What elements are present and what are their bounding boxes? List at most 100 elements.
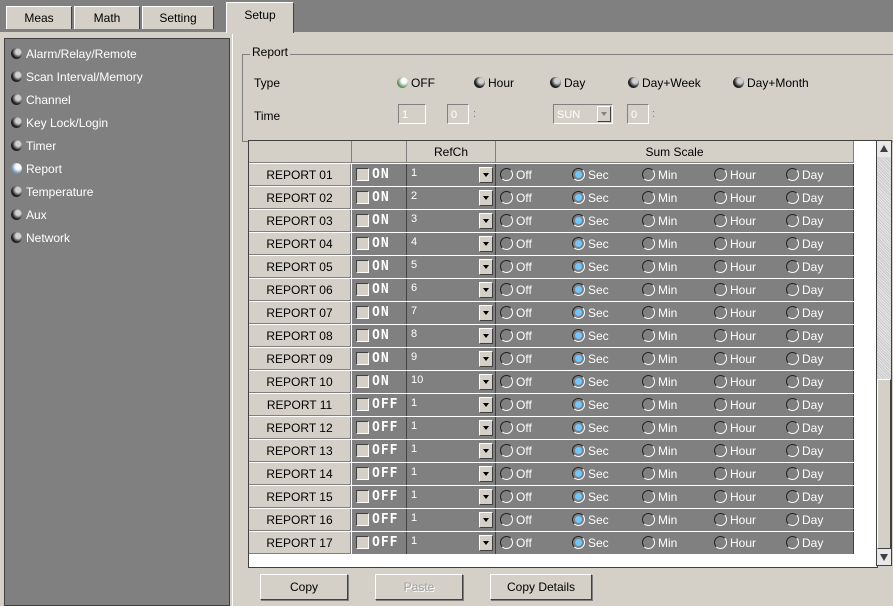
chevron-down-icon[interactable] — [479, 512, 493, 528]
row-checkbox[interactable] — [356, 421, 369, 434]
row-onoff-cell[interactable]: OFF — [352, 394, 407, 416]
row-refch-select[interactable]: 8 — [407, 325, 496, 347]
sum-scale-radio-off[interactable]: Off — [500, 236, 532, 252]
sum-scale-radio-day[interactable]: Day — [786, 489, 823, 505]
sum-scale-radio-min[interactable]: Min — [642, 213, 677, 229]
sum-scale-radio-sec[interactable]: Sec — [572, 351, 609, 367]
row-onoff-cell[interactable]: ON — [352, 325, 407, 347]
row-refch-select[interactable]: 1 — [407, 532, 496, 554]
sum-scale-radio-hour[interactable]: Hour — [714, 259, 756, 275]
chevron-down-icon[interactable] — [479, 282, 493, 298]
sum-scale-radio-sec[interactable]: Sec — [572, 512, 609, 528]
sum-scale-radio-sec[interactable]: Sec — [572, 535, 609, 551]
sum-scale-radio-min[interactable]: Min — [642, 190, 677, 206]
sum-scale-radio-min[interactable]: Min — [642, 328, 677, 344]
sum-scale-radio-min[interactable]: Min — [642, 489, 677, 505]
sum-scale-radio-off[interactable]: Off — [500, 397, 532, 413]
sum-scale-radio-min[interactable]: Min — [642, 535, 677, 551]
sum-scale-radio-day[interactable]: Day — [786, 466, 823, 482]
sum-scale-radio-sec[interactable]: Sec — [572, 282, 609, 298]
sum-scale-radio-min[interactable]: Min — [642, 259, 677, 275]
sum-scale-radio-off[interactable]: Off — [500, 282, 532, 298]
tab-setting[interactable]: Setting — [142, 6, 214, 29]
row-refch-select[interactable]: 6 — [407, 279, 496, 301]
sum-scale-radio-min[interactable]: Min — [642, 236, 677, 252]
sum-scale-radio-off[interactable]: Off — [500, 374, 532, 390]
sum-scale-radio-hour[interactable]: Hour — [714, 167, 756, 183]
time-minute2-field[interactable]: 0 — [627, 104, 649, 124]
sum-scale-radio-hour[interactable]: Hour — [714, 466, 756, 482]
chevron-down-icon[interactable] — [479, 236, 493, 252]
sum-scale-radio-off[interactable]: Off — [500, 535, 532, 551]
tab-meas[interactable]: Meas — [6, 6, 72, 29]
sum-scale-radio-hour[interactable]: Hour — [714, 213, 756, 229]
row-checkbox[interactable] — [356, 306, 369, 319]
chevron-down-icon[interactable] — [479, 328, 493, 344]
sum-scale-radio-day[interactable]: Day — [786, 443, 823, 459]
sum-scale-radio-off[interactable]: Off — [500, 305, 532, 321]
sidebar-item-network[interactable]: Network — [11, 229, 70, 247]
row-refch-select[interactable]: 3 — [407, 210, 496, 232]
sum-scale-radio-off[interactable]: Off — [500, 167, 532, 183]
sum-scale-radio-sec[interactable]: Sec — [572, 397, 609, 413]
sum-scale-radio-hour[interactable]: Hour — [714, 328, 756, 344]
chevron-down-icon[interactable] — [597, 106, 611, 122]
row-checkbox[interactable] — [356, 490, 369, 503]
vertical-scrollbar[interactable] — [876, 140, 892, 566]
row-onoff-cell[interactable]: ON — [352, 302, 407, 324]
sum-scale-radio-off[interactable]: Off — [500, 420, 532, 436]
sum-scale-radio-off[interactable]: Off — [500, 213, 532, 229]
sidebar-item-report[interactable]: Report — [11, 160, 62, 178]
sum-scale-radio-min[interactable]: Min — [642, 512, 677, 528]
row-checkbox[interactable] — [356, 444, 369, 457]
chevron-down-icon[interactable] — [479, 397, 493, 413]
row-refch-select[interactable]: 1 — [407, 440, 496, 462]
row-checkbox[interactable] — [356, 352, 369, 365]
row-refch-select[interactable]: 1 — [407, 394, 496, 416]
row-refch-select[interactable]: 10 — [407, 371, 496, 393]
chevron-down-icon[interactable] — [479, 167, 493, 183]
sum-scale-radio-hour[interactable]: Hour — [714, 397, 756, 413]
tab-setup[interactable]: Setup — [226, 2, 294, 33]
row-refch-select[interactable]: 1 — [407, 463, 496, 485]
sum-scale-radio-day[interactable]: Day — [786, 374, 823, 390]
sum-scale-radio-sec[interactable]: Sec — [572, 443, 609, 459]
row-refch-select[interactable]: 7 — [407, 302, 496, 324]
sidebar-item-alarm-relay-remote[interactable]: Alarm/Relay/Remote — [11, 45, 137, 63]
sum-scale-radio-hour[interactable]: Hour — [714, 512, 756, 528]
sum-scale-radio-hour[interactable]: Hour — [714, 420, 756, 436]
sidebar-item-timer[interactable]: Timer — [11, 137, 56, 155]
scroll-track[interactable] — [877, 157, 891, 379]
sum-scale-radio-min[interactable]: Min — [642, 351, 677, 367]
row-refch-select[interactable]: 4 — [407, 233, 496, 255]
row-checkbox[interactable] — [356, 536, 369, 549]
sum-scale-radio-min[interactable]: Min — [642, 443, 677, 459]
scroll-down-icon[interactable] — [880, 554, 888, 561]
sum-scale-radio-hour[interactable]: Hour — [714, 190, 756, 206]
sum-scale-radio-hour[interactable]: Hour — [714, 282, 756, 298]
sum-scale-radio-sec[interactable]: Sec — [572, 236, 609, 252]
sum-scale-radio-day[interactable]: Day — [786, 259, 823, 275]
row-refch-select[interactable]: 5 — [407, 256, 496, 278]
time-hour-field[interactable]: 1 — [398, 104, 426, 124]
row-onoff-cell[interactable]: OFF — [352, 417, 407, 439]
row-checkbox[interactable] — [356, 375, 369, 388]
sum-scale-radio-sec[interactable]: Sec — [572, 489, 609, 505]
chevron-down-icon[interactable] — [479, 259, 493, 275]
sum-scale-radio-sec[interactable]: Sec — [572, 213, 609, 229]
sidebar-item-scan-interval-memory[interactable]: Scan Interval/Memory — [11, 68, 143, 86]
sum-scale-radio-min[interactable]: Min — [642, 167, 677, 183]
row-checkbox[interactable] — [356, 329, 369, 342]
row-refch-select[interactable]: 2 — [407, 187, 496, 209]
row-onoff-cell[interactable]: OFF — [352, 440, 407, 462]
sum-scale-radio-day[interactable]: Day — [786, 535, 823, 551]
sidebar-item-channel[interactable]: Channel — [11, 91, 71, 109]
sum-scale-radio-off[interactable]: Off — [500, 512, 532, 528]
chevron-down-icon[interactable] — [479, 190, 493, 206]
row-refch-select[interactable]: 1 — [407, 509, 496, 531]
sum-scale-radio-day[interactable]: Day — [786, 236, 823, 252]
time-minute-field[interactable]: 0 — [447, 104, 469, 124]
paste-button[interactable]: Paste — [375, 574, 463, 600]
type-radio-off[interactable]: OFF — [397, 76, 435, 90]
sum-scale-radio-sec[interactable]: Sec — [572, 420, 609, 436]
